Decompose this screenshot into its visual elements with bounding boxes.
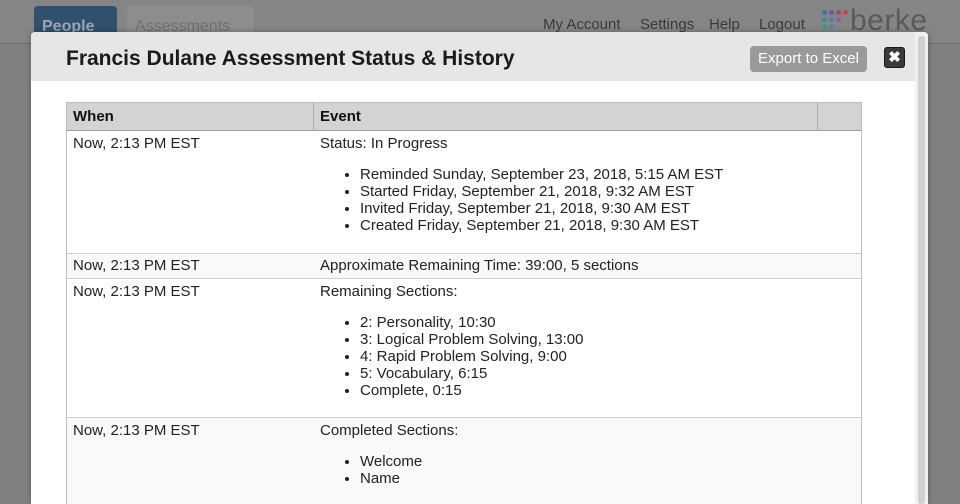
table-row: Now, 2:13 PM EST Status: In Progress Rem… <box>67 131 861 254</box>
list-item: 4: Rapid Problem Solving, 9:00 <box>360 348 583 365</box>
when-cell: Now, 2:13 PM EST <box>73 257 200 274</box>
list-item: Welcome <box>360 453 458 470</box>
scrollbar-thumb[interactable] <box>918 36 925 504</box>
list-item: Complete, 0:15 <box>360 382 583 399</box>
nav-my-account[interactable]: My Account <box>543 16 621 33</box>
when-cell: Now, 2:13 PM EST <box>73 135 200 152</box>
event-cell: Status: In Progress Reminded Sunday, Sep… <box>320 135 723 234</box>
event-details-list: Reminded Sunday, September 23, 2018, 5:1… <box>320 166 723 234</box>
table-row: Now, 2:13 PM EST Approximate Remaining T… <box>67 254 861 279</box>
list-item: 5: Vocabulary, 6:15 <box>360 365 583 382</box>
list-item: Created Friday, September 21, 2018, 9:30… <box>360 217 723 234</box>
event-text: Status: In Progress <box>320 135 448 152</box>
event-details-list: 2: Personality, 10:30 3: Logical Problem… <box>320 314 583 399</box>
list-item: Invited Friday, September 21, 2018, 9:30… <box>360 200 723 217</box>
modal-title: Francis Dulane Assessment Status & Histo… <box>66 47 515 70</box>
table-header: When Event <box>67 102 861 131</box>
modal-scrollbar[interactable] <box>915 32 928 504</box>
nav-settings[interactable]: Settings <box>640 16 694 33</box>
table-row: Now, 2:13 PM EST Remaining Sections: 2: … <box>67 279 861 418</box>
nav-help[interactable]: Help <box>709 16 740 33</box>
when-cell: Now, 2:13 PM EST <box>73 422 200 439</box>
event-text: Remaining Sections: <box>320 283 458 300</box>
list-item: Name <box>360 470 458 487</box>
list-item: Reminded Sunday, September 23, 2018, 5:1… <box>360 166 723 183</box>
list-item: Started Friday, September 21, 2018, 9:32… <box>360 183 723 200</box>
history-table: When Event Now, 2:13 PM EST Status: In P… <box>66 102 862 504</box>
column-header-event: Event <box>314 103 818 130</box>
column-header-when: When <box>67 103 314 130</box>
when-cell: Now, 2:13 PM EST <box>73 283 200 300</box>
event-cell: Approximate Remaining Time: 39:00, 5 sec… <box>320 257 639 274</box>
list-item: 3: Logical Problem Solving, 13:00 <box>360 331 583 348</box>
modal-header: Francis Dulane Assessment Status & Histo… <box>31 32 915 81</box>
close-icon[interactable]: ✖ <box>884 47 905 68</box>
event-details-list: Welcome Name <box>320 453 458 487</box>
export-to-excel-button[interactable]: Export to Excel <box>750 46 867 72</box>
event-cell: Remaining Sections: 2: Personality, 10:3… <box>320 283 583 399</box>
event-cell: Completed Sections: Welcome Name <box>320 422 458 487</box>
nav-logout[interactable]: Logout <box>759 16 805 33</box>
event-text: Completed Sections: <box>320 422 459 439</box>
assessment-history-modal: Francis Dulane Assessment Status & Histo… <box>31 32 928 504</box>
list-item: 2: Personality, 10:30 <box>360 314 583 331</box>
table-row: Now, 2:13 PM EST Completed Sections: Wel… <box>67 418 861 504</box>
